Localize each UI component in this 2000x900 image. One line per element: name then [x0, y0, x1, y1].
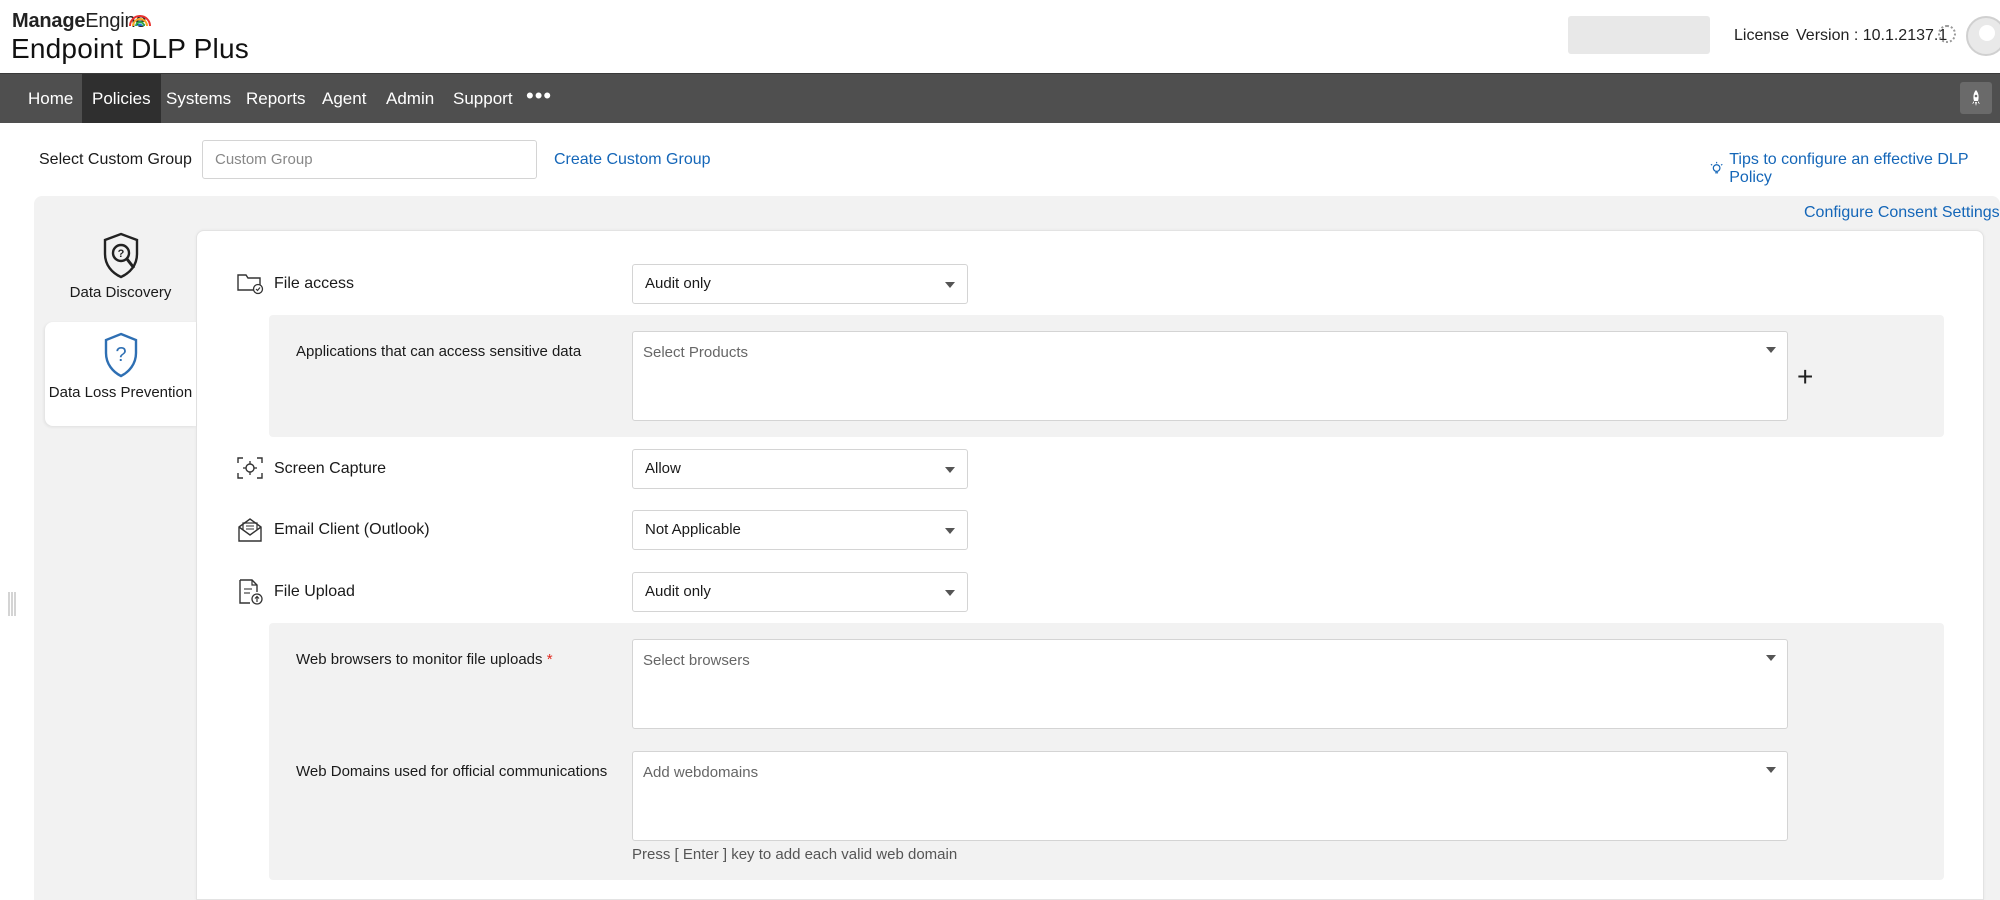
file-access-label: File access — [274, 275, 354, 293]
header-search-placeholder[interactable] — [1568, 16, 1710, 54]
configure-consent-link[interactable]: Configure Consent Settings — [1804, 204, 2000, 222]
main-nav: Home Policies Systems Reports Agent Admi… — [0, 73, 2000, 123]
svg-text:?: ? — [117, 248, 124, 260]
tab-data-loss-prevention-label: Data Loss Prevention — [45, 384, 196, 401]
custom-group-label: Select Custom Group — [39, 151, 192, 169]
applications-label: Applications that can access sensitive d… — [296, 343, 581, 360]
select-browsers-input[interactable]: Select browsers — [632, 639, 1788, 729]
screen-capture-label: Screen Capture — [274, 460, 386, 478]
required-marker: * — [547, 651, 553, 668]
web-domain-hint: Press [ Enter ] key to add each valid we… — [632, 846, 957, 863]
collapse-handle-icon[interactable] — [7, 590, 16, 618]
tab-data-discovery-label: Data Discovery — [45, 284, 196, 301]
file-access-select[interactable]: Audit only — [632, 264, 968, 304]
file-upload-icon — [236, 578, 264, 606]
tips-link[interactable]: Tips to configure an effective DLP Polic… — [1729, 151, 2000, 187]
nav-item-policies[interactable]: Policies — [82, 74, 161, 123]
file-upload-label: File Upload — [274, 583, 355, 601]
tips-link-container[interactable]: Tips to configure an effective DLP Polic… — [1710, 151, 2000, 187]
license-link[interactable]: License — [1734, 27, 1789, 45]
screen-capture-select[interactable]: Allow — [632, 449, 968, 489]
nav-item-reports[interactable]: Reports — [236, 74, 316, 123]
email-client-select[interactable]: Not Applicable — [632, 510, 968, 550]
file-upload-select[interactable]: Audit only — [632, 572, 968, 612]
nav-item-support[interactable]: Support — [443, 74, 523, 123]
web-browsers-label-text: Web browsers to monitor file uploads — [296, 651, 543, 668]
brand-logo[interactable]: ManageEngine — [12, 10, 146, 33]
nav-item-home[interactable]: Home — [18, 74, 83, 123]
email-envelope-icon — [236, 516, 264, 544]
select-products-input[interactable]: Select Products — [632, 331, 1788, 421]
product-name: Endpoint DLP Plus — [11, 33, 249, 65]
prevention-shield-icon: ? — [102, 332, 140, 378]
user-avatar[interactable] — [1966, 16, 2000, 56]
nav-item-systems[interactable]: Systems — [156, 74, 241, 123]
nav-item-admin[interactable]: Admin — [376, 74, 444, 123]
custom-group-input[interactable] — [202, 140, 537, 179]
rocket-icon — [1968, 89, 1984, 107]
version-text: Version : 10.1.2137.1 — [1796, 27, 1947, 45]
folder-check-icon — [236, 271, 264, 295]
lightbulb-icon — [1710, 161, 1723, 177]
brand-manage: Manage — [12, 10, 85, 32]
add-product-button[interactable]: + — [1797, 363, 1813, 391]
more-menu-button[interactable]: ••• — [526, 74, 552, 123]
tab-data-loss-prevention[interactable]: ? Data Loss Prevention — [45, 322, 196, 426]
nav-item-agent[interactable]: Agent — [312, 74, 376, 123]
tab-data-discovery[interactable]: ? Data Discovery — [45, 232, 196, 322]
loading-spinner-icon — [1938, 25, 1956, 43]
brand-arc-icon — [128, 6, 152, 28]
quick-launch-button[interactable] — [1960, 82, 1992, 114]
svg-text:?: ? — [115, 344, 126, 366]
screen-capture-icon — [236, 456, 264, 480]
web-browsers-label: Web browsers to monitor file uploads * — [296, 651, 553, 668]
web-domains-label: Web Domains used for official communicat… — [296, 763, 607, 780]
email-client-label: Email Client (Outlook) — [274, 521, 430, 539]
discovery-shield-search-icon: ? — [101, 232, 141, 280]
create-custom-group-link[interactable]: Create Custom Group — [554, 151, 711, 169]
app-header: ManageEngine Endpoint DLP Plus License V… — [0, 0, 2000, 73]
add-webdomains-input[interactable]: Add webdomains — [632, 751, 1788, 841]
